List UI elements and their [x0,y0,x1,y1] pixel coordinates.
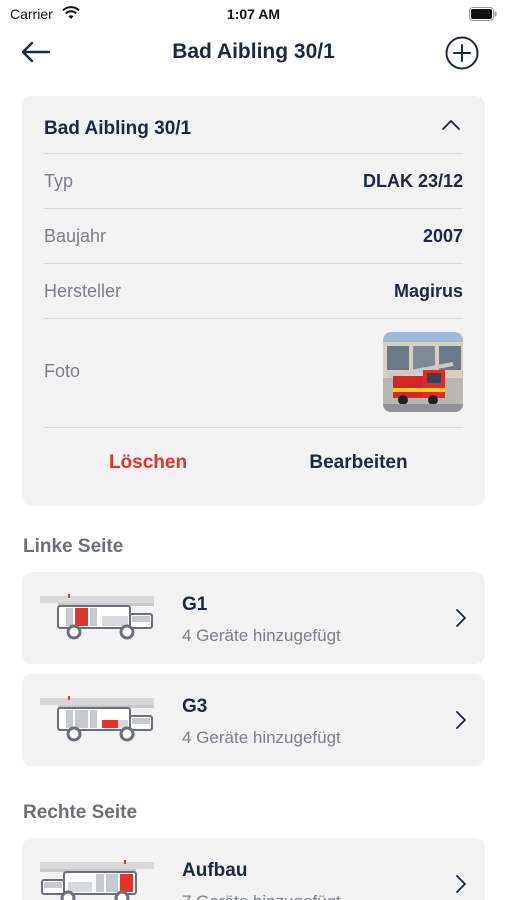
detail-value: Magirus [393,281,463,301]
section-title-right: Rechte Seite [23,802,138,823]
delete-button[interactable]: Löschen [22,452,274,474]
compartment-name: Aufbau [182,860,248,881]
page-title: Bad Aibling 30/1 [172,40,335,63]
clock-time: 1:07 AM [226,6,281,22]
vehicle-photo[interactable] [383,332,463,412]
detail-row-foto: Foto [44,319,463,428]
compartment-subtitle: 7 Geräte hinzugefügt [182,892,341,900]
detail-row-hersteller: Hersteller Magirus [44,264,463,319]
compartment-name: G1 [182,594,208,615]
add-circle-icon[interactable] [445,36,479,70]
chevron-up-icon[interactable] [441,118,461,136]
truck-compartment-g3-icon [38,694,156,744]
vehicle-header[interactable]: Bad Aibling 30/1 [44,96,463,154]
detail-value: 2007 [422,226,463,246]
detail-label: Hersteller [44,281,122,301]
detail-value: DLAK 23/12 [362,171,463,191]
navigation-bar: Bad Aibling 30/1 [0,30,507,76]
compartment-name: G3 [182,696,208,717]
status-bar: Carrier 1:07 AM [0,0,507,28]
chevron-right-icon [455,874,467,899]
vehicle-name: Bad Aibling 30/1 [44,118,192,139]
detail-row-baujahr: Baujahr 2007 [44,209,463,264]
battery-icon [469,7,497,26]
truck-compartment-aufbau-icon [38,858,156,900]
detail-label: Typ [44,171,74,191]
detail-label: Foto [44,361,81,381]
detail-row-typ: Typ DLAK 23/12 [44,154,463,209]
card-actions: Löschen Bearbeiten [22,428,485,498]
chevron-right-icon [455,608,467,633]
compartment-item-g3[interactable]: G3 4 Geräte hinzugefügt [22,674,485,766]
detail-label: Baujahr [44,226,107,246]
compartment-subtitle: 4 Geräte hinzugefügt [182,728,341,747]
edit-button[interactable]: Bearbeiten [252,452,465,474]
compartment-item-aufbau[interactable]: Aufbau 7 Geräte hinzugefügt [22,838,485,900]
section-title-left: Linke Seite [23,536,124,557]
vehicle-detail-card: Bad Aibling 30/1 Typ DLAK 23/12 Baujahr … [22,96,485,506]
chevron-right-icon [455,710,467,735]
compartment-item-g1[interactable]: G1 4 Geräte hinzugefügt [22,572,485,664]
truck-compartment-g1-icon [38,592,156,642]
compartment-subtitle: 4 Geräte hinzugefügt [182,626,341,645]
